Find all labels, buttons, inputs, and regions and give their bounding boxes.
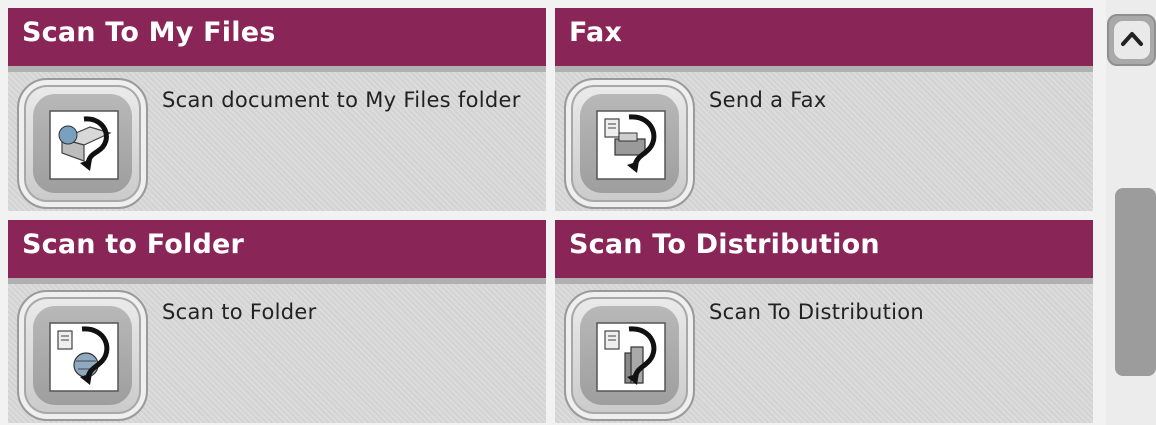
scan-to-my-files-button[interactable] bbox=[17, 78, 148, 209]
tile-description: Scan To Distribution bbox=[709, 300, 925, 324]
fax-icon bbox=[596, 110, 666, 180]
tile-scan-to-my-files[interactable]: Scan To My Files Scan document to My Fil… bbox=[8, 8, 546, 211]
scan-to-distribution-button[interactable] bbox=[564, 290, 695, 421]
tile-title: Scan To Distribution bbox=[569, 229, 880, 260]
scroll-up-button[interactable] bbox=[1107, 14, 1156, 66]
tile-header: Scan To Distribution bbox=[555, 220, 1093, 284]
tile-header: Scan to Folder bbox=[8, 220, 546, 284]
fax-button[interactable] bbox=[564, 78, 695, 209]
tile-title: Scan To My Files bbox=[22, 17, 276, 48]
tile-description: Send a Fax bbox=[709, 88, 827, 112]
tile-fax[interactable]: Fax Send a Fax bbox=[555, 8, 1093, 211]
tile-description: Scan document to My Files folder bbox=[162, 88, 521, 112]
scan-to-folder-icon bbox=[49, 322, 119, 392]
tile-scan-to-distribution[interactable]: Scan To Distribution Scan To Distributio… bbox=[555, 220, 1093, 423]
scrollbar-thumb[interactable] bbox=[1115, 188, 1156, 376]
tile-description: Scan to Folder bbox=[162, 300, 317, 324]
tile-header: Scan To My Files bbox=[8, 8, 546, 72]
tile-title: Fax bbox=[569, 17, 623, 48]
tile-header: Fax bbox=[555, 8, 1093, 72]
scan-to-distribution-icon bbox=[596, 322, 666, 392]
tile-title: Scan to Folder bbox=[22, 229, 245, 260]
scan-to-my-files-icon bbox=[49, 110, 119, 180]
scan-to-folder-button[interactable] bbox=[17, 290, 148, 421]
tile-scan-to-folder[interactable]: Scan to Folder Scan to Folder bbox=[8, 220, 546, 423]
chevron-up-icon bbox=[1121, 32, 1143, 46]
